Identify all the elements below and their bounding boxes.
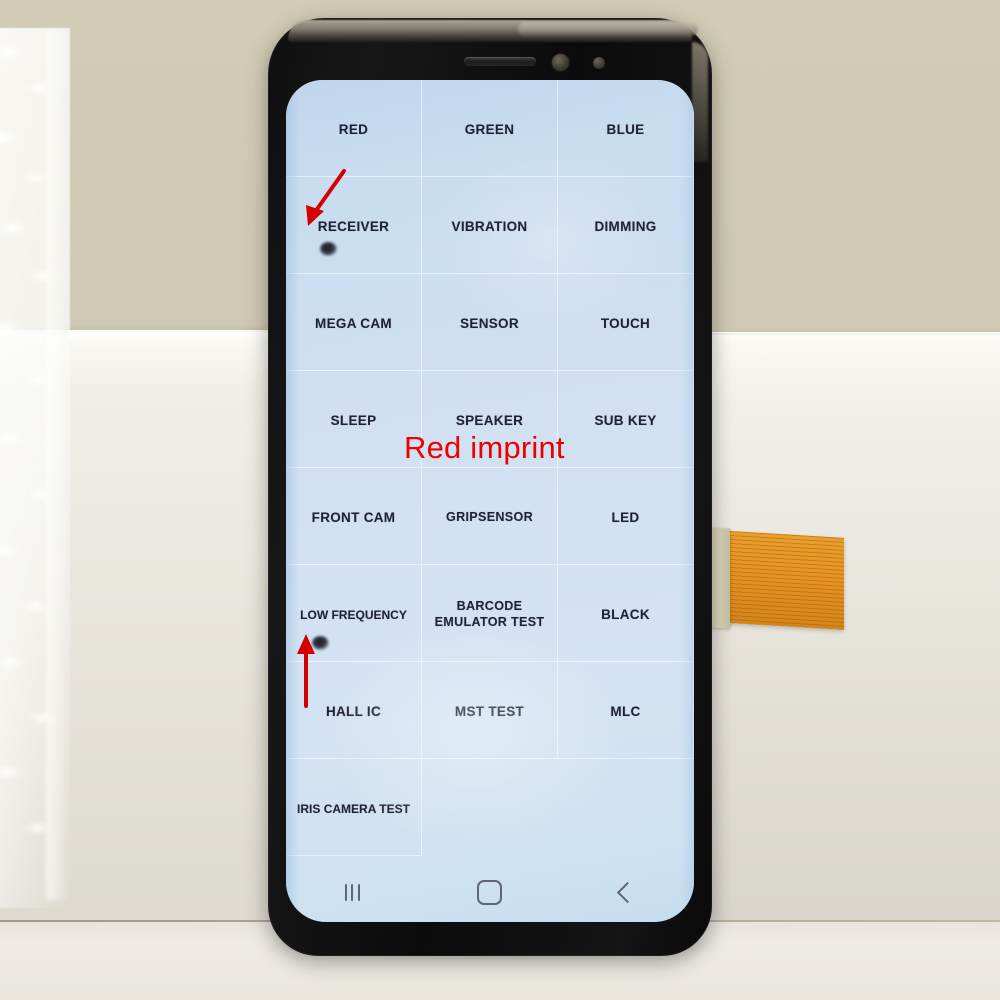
- test-grid-cell[interactable]: MST TEST: [422, 662, 558, 759]
- test-grid-cell-label: SPEAKER: [455, 412, 524, 428]
- test-grid-cell-label: VIBRATION: [451, 218, 528, 234]
- test-grid-cell[interactable]: GRIPSENSOR: [422, 468, 558, 565]
- test-grid-cell[interactable]: MEGA CAM: [286, 274, 422, 371]
- test-grid-cell[interactable]: GREEN: [422, 80, 558, 177]
- test-grid-cell-label: RED: [338, 121, 369, 137]
- test-grid-cell-label: GREEN: [464, 121, 515, 137]
- android-navigation-bar: [286, 862, 694, 922]
- test-grid-cell-label: SUB KEY: [594, 412, 657, 428]
- test-grid-cell-label: MLC: [610, 703, 641, 719]
- test-grid-cell-label: BLUE: [606, 121, 645, 137]
- test-grid-cell[interactable]: RED: [286, 80, 422, 177]
- screen-defect-spot-lower: [312, 636, 329, 650]
- test-grid-cell-empty: [422, 759, 558, 856]
- display-flex-cable: [716, 530, 844, 630]
- test-grid-cell[interactable]: BARCODE EMULATOR TEST: [422, 565, 558, 662]
- test-grid-cell-label: FRONT CAM: [311, 509, 396, 525]
- test-grid-cell[interactable]: HALL IC: [286, 662, 422, 759]
- test-grid-cell-label: HALL IC: [325, 703, 382, 719]
- test-grid-cell[interactable]: RECEIVER: [286, 177, 422, 274]
- test-grid-cell[interactable]: LOW FREQUENCY: [286, 565, 422, 662]
- test-grid-cell[interactable]: DIMMING: [558, 177, 694, 274]
- earpiece-speaker-icon: [464, 57, 536, 66]
- test-grid-cell[interactable]: VIBRATION: [422, 177, 558, 274]
- phone-device-body: RED GREEN BLUE RECEIVER VIBRATION DIMMING MEGA…: [268, 18, 712, 956]
- back-chevron-icon[interactable]: [617, 881, 639, 903]
- test-grid-cell[interactable]: SENSOR: [422, 274, 558, 371]
- test-grid-cell[interactable]: MLC: [558, 662, 694, 759]
- test-grid-cell[interactable]: TOUCH: [558, 274, 694, 371]
- test-grid-cell-label: GRIPSENSOR: [446, 510, 533, 525]
- front-camera-icon: [552, 54, 569, 71]
- test-grid-cell[interactable]: FRONT CAM: [286, 468, 422, 565]
- recents-icon[interactable]: [344, 883, 360, 901]
- test-grid-cell-label: LOW FREQUENCY: [300, 607, 407, 622]
- test-grid-cell-label: RECEIVER: [317, 218, 390, 234]
- test-grid-cell[interactable]: BLACK: [558, 565, 694, 662]
- iris-sensor-icon: [593, 57, 605, 69]
- test-grid-cell-label: MST TEST: [454, 703, 525, 719]
- bezel-wear-top-secondary: [518, 22, 698, 36]
- phone-screen: RED GREEN BLUE RECEIVER VIBRATION DIMMING MEGA…: [286, 80, 694, 922]
- screenshot-stage: RED GREEN BLUE RECEIVER VIBRATION DIMMING MEGA…: [0, 0, 1000, 1000]
- test-grid-cell-label: DIMMING: [594, 218, 657, 234]
- test-grid-cell-label: BARCODE EMULATOR TEST: [434, 599, 545, 629]
- test-grid-cell[interactable]: LED: [558, 468, 694, 565]
- test-grid-cell-empty: [558, 759, 694, 856]
- bezel-wear-right: [692, 42, 708, 162]
- test-grid-cell-label: SENSOR: [460, 315, 519, 331]
- test-grid-cell[interactable]: IRIS CAMERA TEST: [286, 759, 422, 856]
- test-grid-cell-label: LED: [611, 509, 640, 525]
- test-grid-cell[interactable]: SLEEP: [286, 371, 422, 468]
- test-grid-cell[interactable]: SPEAKER: [422, 371, 558, 468]
- home-icon[interactable]: [477, 879, 503, 905]
- test-grid-cell-label: IRIS CAMERA TEST: [297, 801, 410, 816]
- service-mode-test-grid: RED GREEN BLUE RECEIVER VIBRATION DIMMING MEGA…: [286, 80, 694, 858]
- test-grid-cell-label: MEGA CAM: [315, 315, 392, 331]
- screen-defect-spot-upper: [320, 242, 337, 256]
- test-grid-cell[interactable]: BLUE: [558, 80, 694, 177]
- test-grid-cell-label: TOUCH: [600, 315, 651, 331]
- bubble-wrap-edge-highlight: [46, 30, 68, 900]
- test-grid-cell-label: BLACK: [601, 606, 650, 622]
- test-grid-cell-label: SLEEP: [330, 412, 377, 428]
- test-grid-cell[interactable]: SUB KEY: [558, 371, 694, 468]
